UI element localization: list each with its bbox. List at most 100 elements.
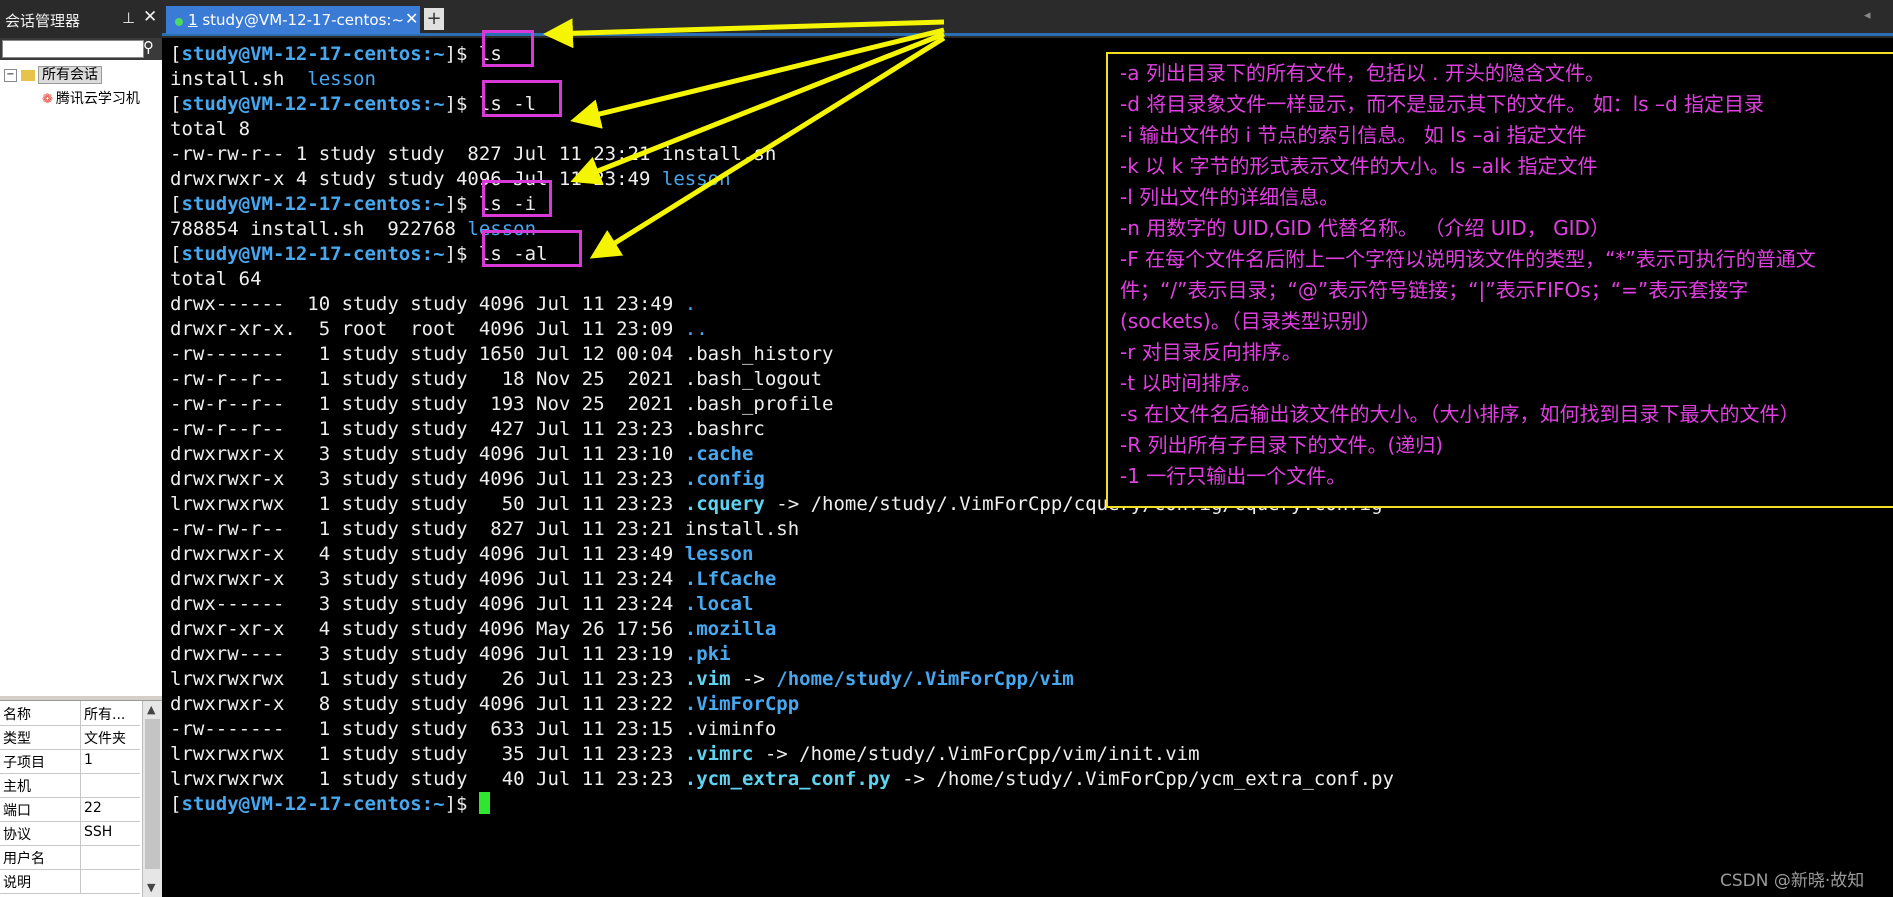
tab-title: 1 study@VM-12-17-centos:~: [188, 11, 405, 29]
scroll-thumb[interactable]: [145, 719, 160, 869]
tab-bar: 1 study@VM-12-17-centos:~ ✕ + ◂: [162, 0, 1893, 38]
prompt: [study@VM-12-17-centos:~]$: [170, 193, 479, 215]
property-value: 文件夹: [84, 731, 126, 747]
option-note: 件；“/”表示目录；“@”表示符号链接；“|”表示FIFOs；“=”表示套接字: [1120, 278, 1749, 302]
ls-options-annotation: -a 列出目录下的所有文件，包括以 . 开头的隐含文件。 -d 将目录象文件一样显…: [1106, 52, 1893, 508]
properties-table: 名称 所有... 类型 文件夹 子项目 1 主机 端口 22 协议 SSH 用户名 说明 ▲ ▼: [0, 700, 162, 897]
property-key: 名称: [3, 707, 31, 723]
property-value: 1: [84, 752, 93, 768]
file-row: drwxrwxr-x 4 study study 4096 Jul 11 23:…: [170, 543, 754, 565]
file-row: drwx------ 3 study study 4096 Jul 11 23:…: [170, 593, 754, 615]
properties-scrollbar[interactable]: ▲ ▼: [142, 701, 162, 897]
tree-item-label: 腾讯云学习机: [55, 91, 140, 107]
pin-icon[interactable]: ⊥: [122, 9, 135, 27]
property-value: SSH: [84, 824, 113, 840]
file-row: drwxr-xr-x 4 study study 4096 May 26 17:…: [170, 618, 777, 640]
prompt: [study@VM-12-17-centos:~]$: [170, 793, 479, 815]
tree-item-label: 所有会话: [38, 66, 102, 84]
property-row: 端口 22: [0, 797, 140, 822]
tree-item-all-sessions[interactable]: − 所有会话: [4, 64, 102, 84]
prompt: [study@VM-12-17-centos:~]$: [170, 93, 479, 115]
file-row: -rw-r--r-- 1 study study 18 Nov 25 2021 …: [170, 368, 823, 390]
tab-close-icon[interactable]: ✕: [405, 9, 418, 28]
session-manager-title: 会话管理器: [5, 12, 81, 30]
property-row: 类型 文件夹: [0, 725, 140, 750]
option-note: -l 列出文件的详细信息。: [1120, 185, 1340, 209]
search-icon[interactable]: ⚲: [143, 38, 154, 56]
session-manager-header: 会话管理器 ⊥ ✕: [0, 0, 162, 38]
active-prompt-line: [study@VM-12-17-centos:~]$: [170, 792, 490, 817]
file-row: -rw-r--r-- 1 study study 427 Jul 11 23:2…: [170, 418, 765, 440]
property-key: 类型: [3, 731, 31, 747]
option-note: -k 以 k 字节的形式表示文件的大小。ls –alk 指定文件: [1120, 154, 1598, 178]
output-line: install.sh lesson: [170, 68, 376, 90]
property-value: 22: [84, 800, 102, 816]
property-row: 协议 SSH: [0, 821, 140, 846]
command-highlight-box: [482, 180, 552, 217]
file-row: drwxrwxr-x 8 study study 4096 Jul 11 23:…: [170, 693, 800, 715]
file-row: drwxrw---- 3 study study 4096 Jul 11 23:…: [170, 643, 731, 665]
file-row: lrwxrwxrwx 1 study study 26 Jul 11 23:23…: [170, 668, 1074, 690]
tab-bar-underline: [162, 33, 1893, 36]
property-row: 说明: [0, 869, 140, 894]
file-row: -rw------- 1 study study 1650 Jul 12 00:…: [170, 343, 834, 365]
property-row: 子项目 1: [0, 749, 140, 774]
file-row: -rw------- 1 study study 633 Jul 11 23:1…: [170, 718, 777, 740]
option-note: -s 在l文件名后输出该文件的大小。（大小排序，如何找到目录下最大的文件）: [1120, 402, 1800, 426]
session-search-row: ⚲: [0, 38, 162, 60]
session-manager-panel: 会话管理器 ⊥ ✕ ⚲ − 所有会话 ❁ 腾讯云学习机 名称 所有... 类型 文件夹子项…: [0, 0, 162, 897]
command-highlight-box: [482, 80, 562, 117]
file-row: lrwxrwxrwx 1 study study 35 Jul 11 23:23…: [170, 743, 1200, 765]
property-key: 子项目: [3, 755, 45, 771]
command-line: [study@VM-12-17-centos:~]$ ls: [170, 42, 502, 67]
file-row: drwxrwxr-x 3 study study 4096 Jul 11 23:…: [170, 468, 765, 490]
property-value: 所有...: [84, 707, 126, 723]
output-line: drwxrwxr-x 4 study study 4096 Jul 11 23:…: [170, 168, 731, 190]
property-row: 名称 所有...: [0, 701, 140, 726]
connected-status-icon: [175, 18, 183, 26]
command-highlight-box: [482, 230, 582, 267]
prompt: [study@VM-12-17-centos:~]$: [170, 43, 479, 65]
tree-item-tencent-cloud[interactable]: ❁ 腾讯云学习机: [42, 88, 140, 108]
property-key: 端口: [3, 803, 31, 819]
terminal-cursor: [478, 792, 490, 814]
prompt: [study@VM-12-17-centos:~]$: [170, 243, 479, 265]
close-icon[interactable]: ✕: [143, 7, 157, 27]
option-note: -F 在每个文件名后附上一个字符以说明该文件的类型，“*”表示可执行的普通文: [1120, 247, 1816, 271]
property-key: 主机: [3, 779, 31, 795]
session-icon: ❁: [42, 92, 53, 107]
property-row: 主机: [0, 773, 140, 798]
property-key: 说明: [3, 875, 31, 891]
option-note: -i 输出文件的 i 节点的索引信息。 如 ls –ai 指定文件: [1120, 123, 1587, 147]
collapse-icon[interactable]: −: [4, 68, 17, 82]
folder-icon: [21, 69, 35, 81]
session-search-input[interactable]: [2, 40, 144, 58]
option-note: -n 用数字的 UID,GID 代替名称。 （介绍 UID， GID）: [1120, 216, 1610, 240]
tab-session-1[interactable]: 1 study@VM-12-17-centos:~ ✕: [166, 6, 420, 34]
output-line: total 64: [170, 268, 262, 290]
property-row: 用户名: [0, 845, 140, 870]
option-note: -1 一行只输出一个文件。: [1120, 464, 1347, 488]
add-tab-button[interactable]: +: [424, 8, 444, 30]
option-note: -R 列出所有子目录下的文件。(递归): [1120, 433, 1444, 457]
file-row: -rw-rw-r-- 1 study study 827 Jul 11 23:2…: [170, 518, 800, 540]
file-row: -rw-r--r-- 1 study study 193 Nov 25 2021…: [170, 393, 834, 415]
tab-list-chevron-icon[interactable]: ◂: [1864, 8, 1871, 23]
watermark: CSDN @新晓·故知: [1720, 871, 1865, 891]
file-row: lrwxrwxrwx 1 study study 40 Jul 11 23:23…: [170, 768, 1394, 790]
scroll-up-icon[interactable]: ▲: [147, 703, 155, 716]
output-line: total 8: [170, 118, 251, 140]
session-tree: − 所有会话 ❁ 腾讯云学习机: [0, 60, 162, 696]
file-row: drwxr-xr-x. 5 root root 4096 Jul 11 23:0…: [170, 318, 708, 340]
scroll-down-icon[interactable]: ▼: [147, 881, 155, 894]
file-row: drwxrwxr-x 3 study study 4096 Jul 11 23:…: [170, 568, 777, 590]
option-note: -d 将目录象文件一样显示，而不是显示其下的文件。 如：ls –d 指定目录: [1120, 92, 1765, 116]
terminal-view[interactable]: [study@VM-12-17-centos:~]$ ls install.sh …: [162, 30, 1893, 897]
option-note: -a 列出目录下的所有文件，包括以 . 开头的隐含文件。: [1120, 61, 1605, 85]
file-row: drwx------ 10 study study 4096 Jul 11 23…: [170, 293, 697, 315]
option-note: (sockets)。（目录类型识别）: [1120, 309, 1381, 333]
output-line: -rw-rw-r-- 1 study study 827 Jul 11 23:2…: [170, 143, 777, 165]
option-note: -r 对目录反向排序。: [1120, 340, 1302, 364]
file-row: drwxrwxr-x 3 study study 4096 Jul 11 23:…: [170, 443, 754, 465]
option-note: -t 以时间排序。: [1120, 371, 1262, 395]
